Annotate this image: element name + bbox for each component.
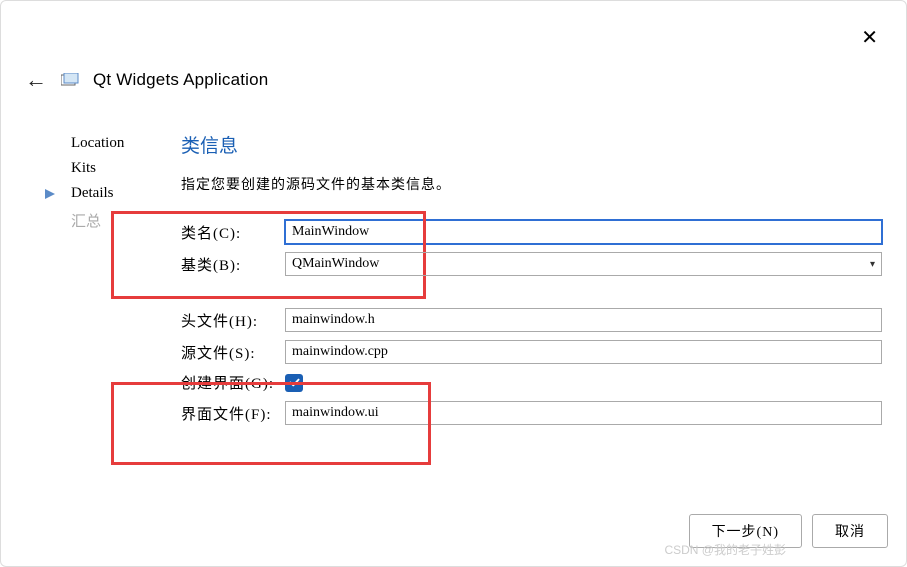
app-icon	[61, 73, 79, 87]
sidebar-item-label: 汇总	[71, 214, 101, 230]
cancel-button[interactable]: 取消	[812, 514, 888, 548]
sidebar-item-summary: 汇总	[51, 206, 161, 235]
sidebar: Location Kits Details 汇总	[51, 131, 171, 433]
source-file-input[interactable]	[285, 340, 882, 364]
class-name-input[interactable]	[285, 220, 882, 244]
create-ui-label: 创建界面(G):	[181, 372, 285, 393]
close-icon[interactable]: ✕	[861, 25, 878, 50]
chevron-down-icon: ▾	[870, 259, 875, 270]
page-title: Qt Widgets Application	[93, 70, 268, 90]
sidebar-item-label: Location	[71, 135, 124, 151]
base-class-label: 基类(B):	[181, 254, 285, 275]
header: ← Qt Widgets Application	[1, 1, 906, 91]
sidebar-item-details[interactable]: Details	[51, 181, 161, 206]
section-title: 类信息	[181, 131, 882, 158]
source-file-label: 源文件(S):	[181, 342, 285, 363]
subtitle: 指定您要创建的源码文件的基本类信息。	[181, 174, 882, 194]
base-class-value: QMainWindow	[292, 256, 379, 272]
ui-file-label: 界面文件(F):	[181, 403, 285, 424]
header-file-label: 头文件(H):	[181, 310, 285, 331]
sidebar-item-label: Kits	[71, 160, 96, 176]
main-panel: 类信息 指定您要创建的源码文件的基本类信息。 类名(C): 基类(B): QMa…	[171, 131, 906, 433]
back-arrow-icon[interactable]: ←	[25, 69, 47, 91]
base-class-select[interactable]: QMainWindow ▾	[285, 252, 882, 276]
create-ui-checkbox[interactable]	[285, 374, 303, 392]
sidebar-item-kits[interactable]: Kits	[51, 156, 161, 181]
watermark: CSDN @我的老子姓彭	[664, 541, 786, 558]
header-file-input[interactable]	[285, 308, 882, 332]
class-name-label: 类名(C):	[181, 222, 285, 243]
sidebar-item-label: Details	[71, 185, 114, 201]
sidebar-item-location[interactable]: Location	[51, 131, 161, 156]
ui-file-input[interactable]	[285, 401, 882, 425]
